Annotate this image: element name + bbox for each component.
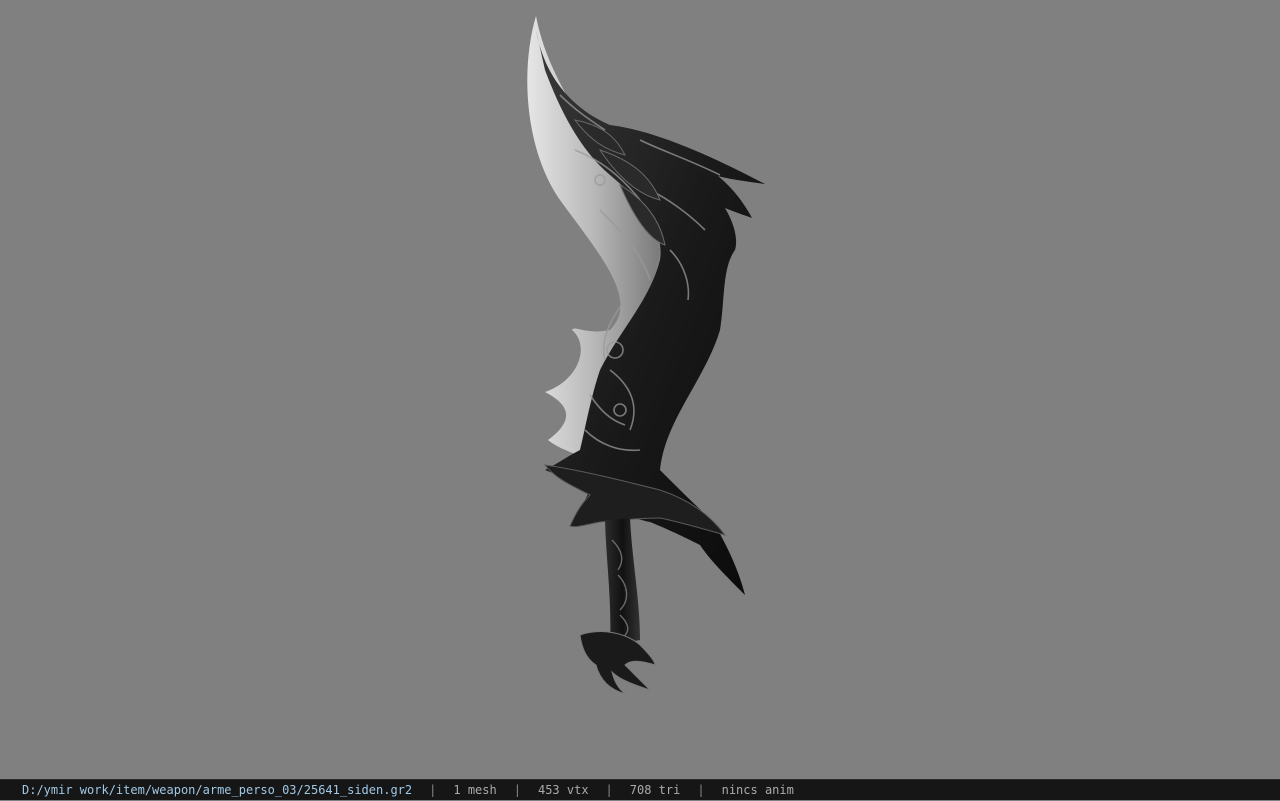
animation-status: nincs anim xyxy=(721,782,794,797)
separator: | xyxy=(429,782,437,797)
separator: | xyxy=(605,782,613,797)
pommel xyxy=(579,631,656,695)
vertex-count: 453 vtx xyxy=(537,782,589,797)
separator: | xyxy=(697,782,705,797)
mesh-count: 1 mesh xyxy=(453,782,497,797)
curved-sword-model-icon[interactable] xyxy=(0,0,1280,779)
file-path: D:/ymir work/item/weapon/arme_perso_03/2… xyxy=(22,782,413,797)
3d-viewport[interactable] xyxy=(0,0,1280,779)
triangle-count: 708 tri xyxy=(629,782,681,797)
separator: | xyxy=(513,782,521,797)
status-bar: D:/ymir work/item/weapon/arme_perso_03/2… xyxy=(0,779,1280,800)
